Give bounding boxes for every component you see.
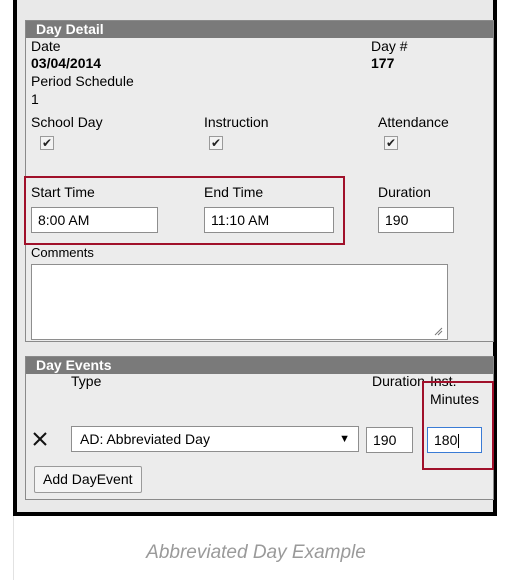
school-day-checkbox[interactable]: ✔: [40, 136, 54, 150]
image-caption: Abbreviated Day Example: [146, 542, 366, 563]
dropdown-arrow-icon: ▼: [339, 433, 350, 445]
school-day-label: School Day: [31, 114, 103, 130]
duration-input[interactable]: 190: [378, 207, 454, 233]
event-duration-input[interactable]: 190: [366, 427, 413, 453]
checkmark-icon: ✔: [385, 136, 397, 150]
type-column-label: Type: [71, 373, 102, 389]
checkmark-icon: ✔: [41, 136, 53, 150]
comments-textarea[interactable]: [31, 264, 448, 340]
date-label: Date: [31, 38, 61, 54]
duration-label: Duration: [378, 184, 431, 200]
day-number-label: Day #: [371, 38, 408, 54]
instruction-checkbox[interactable]: ✔: [209, 136, 223, 150]
inst-minutes-highlight: [422, 381, 494, 470]
delete-event-icon[interactable]: [33, 432, 47, 446]
checkmark-icon: ✔: [210, 136, 222, 150]
time-fields-highlight: [24, 176, 345, 245]
day-events-title: Day Events: [26, 357, 493, 374]
day-number-value: 177: [371, 55, 395, 71]
add-dayevent-button[interactable]: Add DayEvent: [34, 466, 142, 493]
comments-label: Comments: [31, 245, 94, 260]
period-schedule-label: Period Schedule: [31, 73, 134, 89]
duration-column-label: Duration: [372, 373, 425, 389]
resize-grip-icon[interactable]: [433, 326, 443, 336]
event-type-select[interactable]: AD: Abbreviated Day ▼: [71, 426, 359, 452]
day-detail-title: Day Detail: [26, 21, 493, 38]
attendance-checkbox[interactable]: ✔: [384, 136, 398, 150]
date-value: 03/04/2014: [31, 55, 102, 71]
attendance-label: Attendance: [378, 114, 449, 130]
period-schedule-value: 1: [31, 91, 39, 107]
event-type-value: AD: Abbreviated Day: [80, 431, 210, 447]
instruction-label: Instruction: [204, 114, 269, 130]
